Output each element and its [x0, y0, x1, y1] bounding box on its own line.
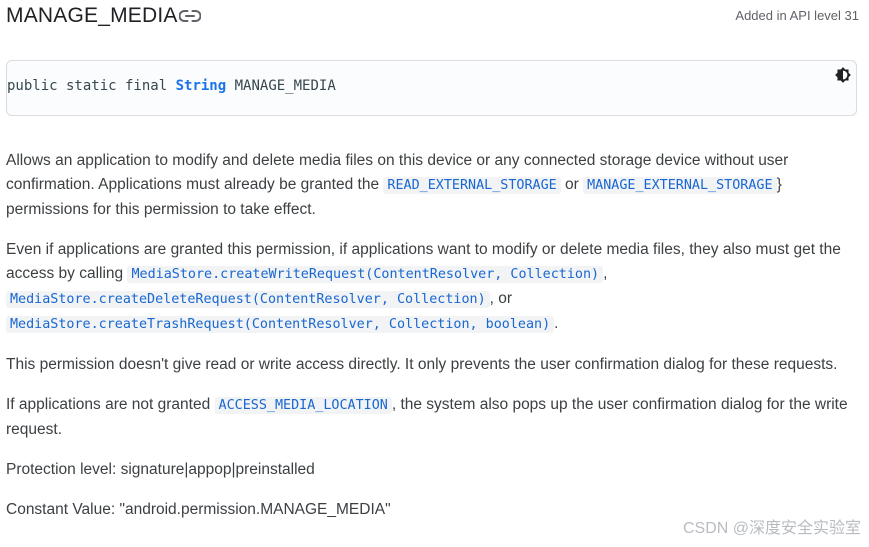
- declaration-line: public static final String MANAGE_MEDIA: [7, 77, 336, 95]
- access-media-location-link[interactable]: ACCESS_MEDIA_LOCATION: [214, 396, 392, 414]
- create-trash-request-link[interactable]: MediaStore.createTrashRequest(ContentRes…: [6, 315, 555, 333]
- watermark: CSDN @深度安全实验室: [682, 520, 861, 537]
- read-external-storage-link[interactable]: READ_EXTERNAL_STORAGE: [383, 176, 561, 194]
- declaration-modifiers: public static final: [7, 78, 168, 94]
- description-paragraph-3: This permission doesn't give read or wri…: [6, 356, 838, 373]
- reference-page: MANAGE_MEDIA Added in API level 31 publi…: [0, 0, 869, 547]
- declaration-code-block: public static final String MANAGE_MEDIA: [6, 60, 857, 116]
- description-body: Allows an application to modify and dele…: [6, 149, 858, 538]
- member-header: MANAGE_MEDIA Added in API level 31: [6, 2, 859, 30]
- declaration-type-link[interactable]: String: [176, 78, 227, 94]
- api-level-label: Added in API level 31: [735, 8, 859, 23]
- link-icon[interactable]: [179, 9, 201, 23]
- declaration-name: MANAGE_MEDIA: [234, 78, 336, 94]
- theme-toggle-icon[interactable]: [834, 66, 852, 84]
- manage-external-storage-link[interactable]: MANAGE_EXTERNAL_STORAGE: [583, 176, 777, 194]
- create-write-request-link[interactable]: MediaStore.createWriteRequest(ContentRes…: [127, 265, 604, 283]
- member-title: MANAGE_MEDIA: [6, 4, 178, 27]
- create-delete-request-link[interactable]: MediaStore.createDeleteRequest(ContentRe…: [6, 290, 490, 308]
- description-paragraph-2: Even if applications are granted this pe…: [6, 241, 841, 333]
- protection-level: Protection level: signature|appop|preins…: [6, 461, 315, 478]
- description-paragraph-1: Allows an application to modify and dele…: [6, 152, 789, 218]
- description-paragraph-4: If applications are not granted ACCESS_M…: [6, 396, 848, 438]
